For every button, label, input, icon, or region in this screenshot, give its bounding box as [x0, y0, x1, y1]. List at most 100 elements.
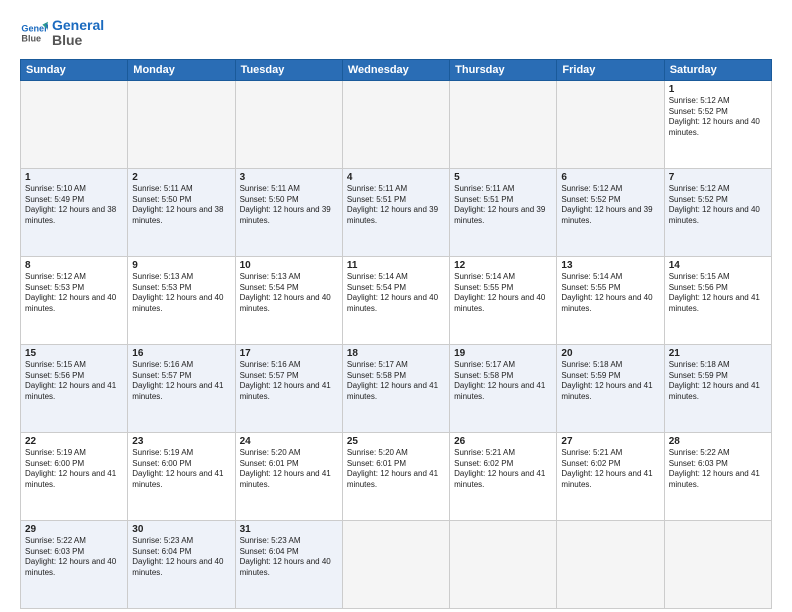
day-number: 25	[347, 436, 445, 447]
calendar-cell: 30Sunrise: 5:23 AMSunset: 6:04 PMDayligh…	[128, 520, 235, 608]
calendar-cell	[342, 520, 449, 608]
day-number: 7	[669, 172, 767, 183]
calendar-header-row: SundayMondayTuesdayWednesdayThursdayFrid…	[21, 59, 772, 80]
calendar-day-header: Tuesday	[235, 59, 342, 80]
calendar-cell: 20Sunrise: 5:18 AMSunset: 5:59 PMDayligh…	[557, 344, 664, 432]
logo-icon: General Blue	[20, 19, 48, 47]
cell-details: Sunrise: 5:12 AMSunset: 5:52 PMDaylight:…	[561, 184, 659, 227]
day-number: 6	[561, 172, 659, 183]
calendar-cell: 12Sunrise: 5:14 AMSunset: 5:55 PMDayligh…	[450, 256, 557, 344]
calendar-day-header: Wednesday	[342, 59, 449, 80]
calendar-cell	[21, 80, 128, 168]
cell-details: Sunrise: 5:23 AMSunset: 6:04 PMDaylight:…	[240, 536, 338, 579]
calendar-cell: 1Sunrise: 5:12 AMSunset: 5:52 PMDaylight…	[664, 80, 771, 168]
calendar-day-header: Saturday	[664, 59, 771, 80]
calendar-week-row: 29Sunrise: 5:22 AMSunset: 6:03 PMDayligh…	[21, 520, 772, 608]
calendar-cell: 22Sunrise: 5:19 AMSunset: 6:00 PMDayligh…	[21, 432, 128, 520]
calendar-table: SundayMondayTuesdayWednesdayThursdayFrid…	[20, 59, 772, 609]
cell-details: Sunrise: 5:17 AMSunset: 5:58 PMDaylight:…	[454, 360, 552, 403]
day-number: 1	[669, 84, 767, 95]
day-number: 2	[132, 172, 230, 183]
calendar-cell: 8Sunrise: 5:12 AMSunset: 5:53 PMDaylight…	[21, 256, 128, 344]
calendar-cell: 24Sunrise: 5:20 AMSunset: 6:01 PMDayligh…	[235, 432, 342, 520]
calendar-week-row: 1Sunrise: 5:10 AMSunset: 5:49 PMDaylight…	[21, 168, 772, 256]
logo-general: General	[52, 18, 104, 33]
logo-blue: Blue	[52, 33, 104, 48]
day-number: 9	[132, 260, 230, 271]
day-number: 17	[240, 348, 338, 359]
calendar-cell: 28Sunrise: 5:22 AMSunset: 6:03 PMDayligh…	[664, 432, 771, 520]
calendar-cell: 7Sunrise: 5:12 AMSunset: 5:52 PMDaylight…	[664, 168, 771, 256]
calendar-cell: 26Sunrise: 5:21 AMSunset: 6:02 PMDayligh…	[450, 432, 557, 520]
cell-details: Sunrise: 5:16 AMSunset: 5:57 PMDaylight:…	[240, 360, 338, 403]
calendar-cell: 13Sunrise: 5:14 AMSunset: 5:55 PMDayligh…	[557, 256, 664, 344]
calendar-cell	[557, 520, 664, 608]
calendar-cell: 4Sunrise: 5:11 AMSunset: 5:51 PMDaylight…	[342, 168, 449, 256]
page: General Blue General Blue SundayMondayTu…	[0, 0, 792, 612]
day-number: 23	[132, 436, 230, 447]
day-number: 12	[454, 260, 552, 271]
day-number: 21	[669, 348, 767, 359]
calendar-cell: 18Sunrise: 5:17 AMSunset: 5:58 PMDayligh…	[342, 344, 449, 432]
cell-details: Sunrise: 5:12 AMSunset: 5:52 PMDaylight:…	[669, 184, 767, 227]
calendar-cell: 11Sunrise: 5:14 AMSunset: 5:54 PMDayligh…	[342, 256, 449, 344]
cell-details: Sunrise: 5:12 AMSunset: 5:53 PMDaylight:…	[25, 272, 123, 315]
cell-details: Sunrise: 5:10 AMSunset: 5:49 PMDaylight:…	[25, 184, 123, 227]
day-number: 28	[669, 436, 767, 447]
cell-details: Sunrise: 5:18 AMSunset: 5:59 PMDaylight:…	[669, 360, 767, 403]
calendar-day-header: Thursday	[450, 59, 557, 80]
calendar-cell: 3Sunrise: 5:11 AMSunset: 5:50 PMDaylight…	[235, 168, 342, 256]
calendar-cell	[557, 80, 664, 168]
cell-details: Sunrise: 5:14 AMSunset: 5:55 PMDaylight:…	[454, 272, 552, 315]
cell-details: Sunrise: 5:17 AMSunset: 5:58 PMDaylight:…	[347, 360, 445, 403]
day-number: 26	[454, 436, 552, 447]
svg-text:Blue: Blue	[21, 34, 41, 44]
cell-details: Sunrise: 5:14 AMSunset: 5:54 PMDaylight:…	[347, 272, 445, 315]
day-number: 10	[240, 260, 338, 271]
day-number: 3	[240, 172, 338, 183]
calendar-week-row: 8Sunrise: 5:12 AMSunset: 5:53 PMDaylight…	[21, 256, 772, 344]
cell-details: Sunrise: 5:16 AMSunset: 5:57 PMDaylight:…	[132, 360, 230, 403]
cell-details: Sunrise: 5:11 AMSunset: 5:51 PMDaylight:…	[454, 184, 552, 227]
calendar-cell: 31Sunrise: 5:23 AMSunset: 6:04 PMDayligh…	[235, 520, 342, 608]
calendar-cell: 5Sunrise: 5:11 AMSunset: 5:51 PMDaylight…	[450, 168, 557, 256]
day-number: 5	[454, 172, 552, 183]
cell-details: Sunrise: 5:23 AMSunset: 6:04 PMDaylight:…	[132, 536, 230, 579]
day-number: 22	[25, 436, 123, 447]
calendar-cell: 2Sunrise: 5:11 AMSunset: 5:50 PMDaylight…	[128, 168, 235, 256]
cell-details: Sunrise: 5:15 AMSunset: 5:56 PMDaylight:…	[25, 360, 123, 403]
calendar-cell: 21Sunrise: 5:18 AMSunset: 5:59 PMDayligh…	[664, 344, 771, 432]
day-number: 1	[25, 172, 123, 183]
cell-details: Sunrise: 5:22 AMSunset: 6:03 PMDaylight:…	[669, 448, 767, 491]
cell-details: Sunrise: 5:18 AMSunset: 5:59 PMDaylight:…	[561, 360, 659, 403]
day-number: 4	[347, 172, 445, 183]
calendar-cell: 17Sunrise: 5:16 AMSunset: 5:57 PMDayligh…	[235, 344, 342, 432]
calendar-cell	[664, 520, 771, 608]
calendar-cell: 1Sunrise: 5:10 AMSunset: 5:49 PMDaylight…	[21, 168, 128, 256]
day-number: 20	[561, 348, 659, 359]
calendar-week-row: 22Sunrise: 5:19 AMSunset: 6:00 PMDayligh…	[21, 432, 772, 520]
cell-details: Sunrise: 5:21 AMSunset: 6:02 PMDaylight:…	[454, 448, 552, 491]
cell-details: Sunrise: 5:11 AMSunset: 5:51 PMDaylight:…	[347, 184, 445, 227]
day-number: 13	[561, 260, 659, 271]
cell-details: Sunrise: 5:12 AMSunset: 5:52 PMDaylight:…	[669, 96, 767, 139]
day-number: 30	[132, 524, 230, 535]
calendar-cell: 15Sunrise: 5:15 AMSunset: 5:56 PMDayligh…	[21, 344, 128, 432]
day-number: 15	[25, 348, 123, 359]
day-number: 31	[240, 524, 338, 535]
calendar-week-row: 1Sunrise: 5:12 AMSunset: 5:52 PMDaylight…	[21, 80, 772, 168]
cell-details: Sunrise: 5:20 AMSunset: 6:01 PMDaylight:…	[347, 448, 445, 491]
cell-details: Sunrise: 5:11 AMSunset: 5:50 PMDaylight:…	[240, 184, 338, 227]
calendar-cell	[450, 80, 557, 168]
calendar-cell	[450, 520, 557, 608]
header: General Blue General Blue	[20, 18, 772, 49]
cell-details: Sunrise: 5:14 AMSunset: 5:55 PMDaylight:…	[561, 272, 659, 315]
day-number: 11	[347, 260, 445, 271]
calendar-cell	[342, 80, 449, 168]
day-number: 29	[25, 524, 123, 535]
cell-details: Sunrise: 5:13 AMSunset: 5:54 PMDaylight:…	[240, 272, 338, 315]
day-number: 27	[561, 436, 659, 447]
cell-details: Sunrise: 5:20 AMSunset: 6:01 PMDaylight:…	[240, 448, 338, 491]
calendar-cell: 16Sunrise: 5:16 AMSunset: 5:57 PMDayligh…	[128, 344, 235, 432]
calendar-cell: 29Sunrise: 5:22 AMSunset: 6:03 PMDayligh…	[21, 520, 128, 608]
